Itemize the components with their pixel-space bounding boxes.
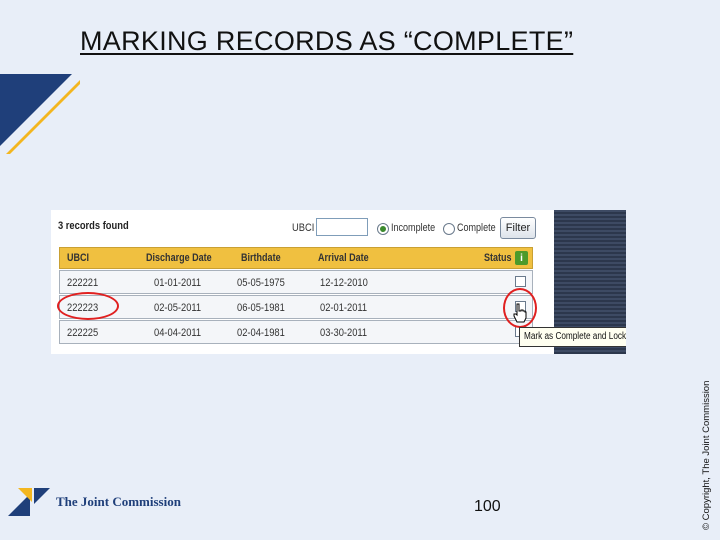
cell-discharge-date: 02-05-2011 xyxy=(154,302,202,314)
cell-ubci: 222221 xyxy=(67,277,99,289)
table-row: 222223 02-05-2011 06-05-1981 02-01-2011 xyxy=(59,295,533,319)
filter-button[interactable]: Filter xyxy=(500,217,536,239)
page-number: 100 xyxy=(474,498,501,515)
ubci-filter-input[interactable] xyxy=(316,218,368,236)
cell-birthdate: 02-04-1981 xyxy=(237,327,285,339)
info-icon[interactable]: i xyxy=(515,251,528,265)
column-header-ubci[interactable]: UBCI xyxy=(67,252,89,264)
corner-decoration xyxy=(0,74,80,154)
copyright-notice: © Copyright, The Joint Commission xyxy=(701,380,712,530)
cell-birthdate: 06-05-1981 xyxy=(237,302,285,314)
logo-mark-icon xyxy=(8,488,50,516)
column-header-arrival-date[interactable]: Arrival Date xyxy=(318,252,369,264)
incomplete-radio[interactable] xyxy=(377,223,389,235)
logo-text: The Joint Commission xyxy=(56,494,181,509)
cell-discharge-date: 04-04-2011 xyxy=(154,327,202,339)
joint-commission-logo: The Joint Commission xyxy=(8,488,181,516)
app-screenshot: 3 records found UBCI Incomplete Complete… xyxy=(51,210,626,354)
table-row: 222225 04-04-2011 02-04-1981 03-30-2011 xyxy=(59,320,533,344)
status-checkbox[interactable] xyxy=(515,276,526,287)
records-found-label: 3 records found xyxy=(58,220,129,232)
cell-arrival-date: 12-12-2010 xyxy=(320,277,368,289)
table-header: UBCI Discharge Date Birthdate Arrival Da… xyxy=(59,247,533,269)
cell-discharge-date: 01-01-2011 xyxy=(154,277,202,289)
cell-ubci: 222225 xyxy=(67,327,99,339)
tooltip: Mark as Complete and Lock xyxy=(519,327,626,347)
column-header-status[interactable]: Status xyxy=(484,252,512,264)
ubci-highlight-circle xyxy=(57,292,119,320)
slide-title: MARKING RECORDS AS “COMPLETE” xyxy=(80,26,574,56)
cell-arrival-date: 03-30-2011 xyxy=(320,327,368,339)
table-row: 222221 01-01-2011 05-05-1975 12-12-2010 xyxy=(59,270,533,294)
cell-birthdate: 05-05-1975 xyxy=(237,277,285,289)
cell-arrival-date: 02-01-2011 xyxy=(320,302,368,314)
column-header-birthdate[interactable]: Birthdate xyxy=(241,252,281,264)
incomplete-radio-label: Incomplete xyxy=(391,222,436,234)
records-table: UBCI Discharge Date Birthdate Arrival Da… xyxy=(59,247,533,345)
ubci-filter-label: UBCI xyxy=(292,222,315,234)
complete-radio[interactable] xyxy=(443,223,455,235)
complete-radio-label: Complete xyxy=(457,222,496,234)
hand-pointer-icon xyxy=(513,303,527,323)
column-header-discharge-date[interactable]: Discharge Date xyxy=(146,252,212,264)
